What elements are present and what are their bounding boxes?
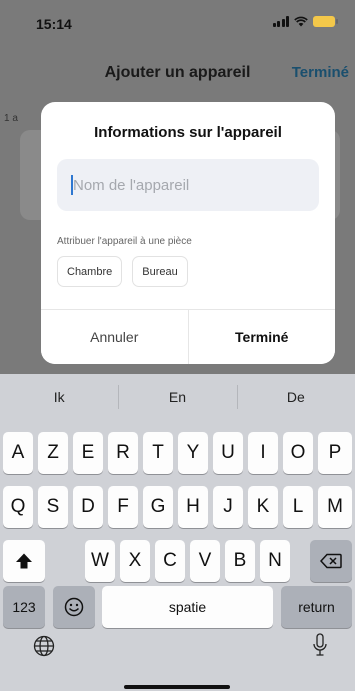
page-note: 1 a: [4, 113, 18, 124]
status-icons: [272, 16, 338, 27]
globe-icon[interactable]: [33, 635, 55, 657]
shift-key[interactable]: [3, 540, 45, 582]
key-l[interactable]: L: [283, 486, 313, 528]
room-chip-bureau[interactable]: Bureau: [132, 256, 188, 287]
key-j[interactable]: J: [213, 486, 243, 528]
key-b[interactable]: B: [225, 540, 255, 582]
keyboard: Ik En De A Z E R T Y U I O P Q S D F G H…: [0, 374, 355, 691]
key-f[interactable]: F: [108, 486, 138, 528]
suggestion-item[interactable]: En: [118, 385, 236, 409]
key-h[interactable]: H: [178, 486, 208, 528]
key-q[interactable]: Q: [3, 486, 33, 528]
room-assign-label: Attribuer l'appareil à une pièce: [57, 236, 192, 247]
key-y[interactable]: Y: [178, 432, 208, 474]
backspace-icon: [320, 553, 342, 569]
battery-icon: [313, 16, 338, 27]
return-key[interactable]: return: [281, 586, 352, 628]
space-key[interactable]: spatie: [102, 586, 273, 628]
suggestion-item[interactable]: De: [236, 385, 355, 409]
room-chip-chambre[interactable]: Chambre: [57, 256, 123, 287]
dialog-actions: Annuler Terminé: [41, 309, 335, 364]
key-a[interactable]: A: [3, 432, 33, 474]
backspace-key[interactable]: [310, 540, 352, 582]
emoji-key[interactable]: [53, 586, 95, 628]
key-t[interactable]: T: [143, 432, 173, 474]
key-o[interactable]: O: [283, 432, 313, 474]
device-name-input[interactable]: [57, 159, 319, 211]
cancel-button[interactable]: Annuler: [41, 310, 189, 364]
done-button[interactable]: Terminé: [188, 310, 335, 364]
key-m[interactable]: M: [318, 486, 352, 528]
key-i[interactable]: I: [248, 432, 278, 474]
device-info-dialog: Informations sur l'appareil Attribuer l'…: [41, 102, 335, 364]
key-w[interactable]: W: [85, 540, 115, 582]
key-n[interactable]: N: [260, 540, 290, 582]
wifi-icon: [294, 16, 308, 27]
microphone-icon[interactable]: [312, 633, 328, 657]
key-r[interactable]: R: [108, 432, 138, 474]
key-v[interactable]: V: [190, 540, 220, 582]
suggestion-bar: Ik En De: [0, 374, 355, 420]
emoji-icon: [64, 597, 84, 617]
key-x[interactable]: X: [120, 540, 150, 582]
key-e[interactable]: E: [73, 432, 103, 474]
key-k[interactable]: K: [248, 486, 278, 528]
suggestion-item[interactable]: Ik: [0, 389, 118, 405]
text-caret: [71, 175, 73, 195]
header-done-button[interactable]: Terminé: [292, 64, 349, 81]
key-d[interactable]: D: [73, 486, 103, 528]
key-u[interactable]: U: [213, 432, 243, 474]
key-z[interactable]: Z: [38, 432, 68, 474]
home-indicator: [124, 685, 230, 689]
status-time: 15:14: [36, 16, 72, 32]
room-chips: Chambre Bureau: [57, 256, 188, 287]
numbers-key[interactable]: 123: [3, 586, 45, 628]
signal-icon: [272, 16, 289, 27]
key-g[interactable]: G: [143, 486, 173, 528]
key-c[interactable]: C: [155, 540, 185, 582]
dialog-title: Informations sur l'appareil: [94, 124, 282, 141]
shift-icon: [16, 553, 32, 569]
status-bar: 15:14: [0, 0, 355, 44]
key-s[interactable]: S: [38, 486, 68, 528]
key-p[interactable]: P: [318, 432, 352, 474]
